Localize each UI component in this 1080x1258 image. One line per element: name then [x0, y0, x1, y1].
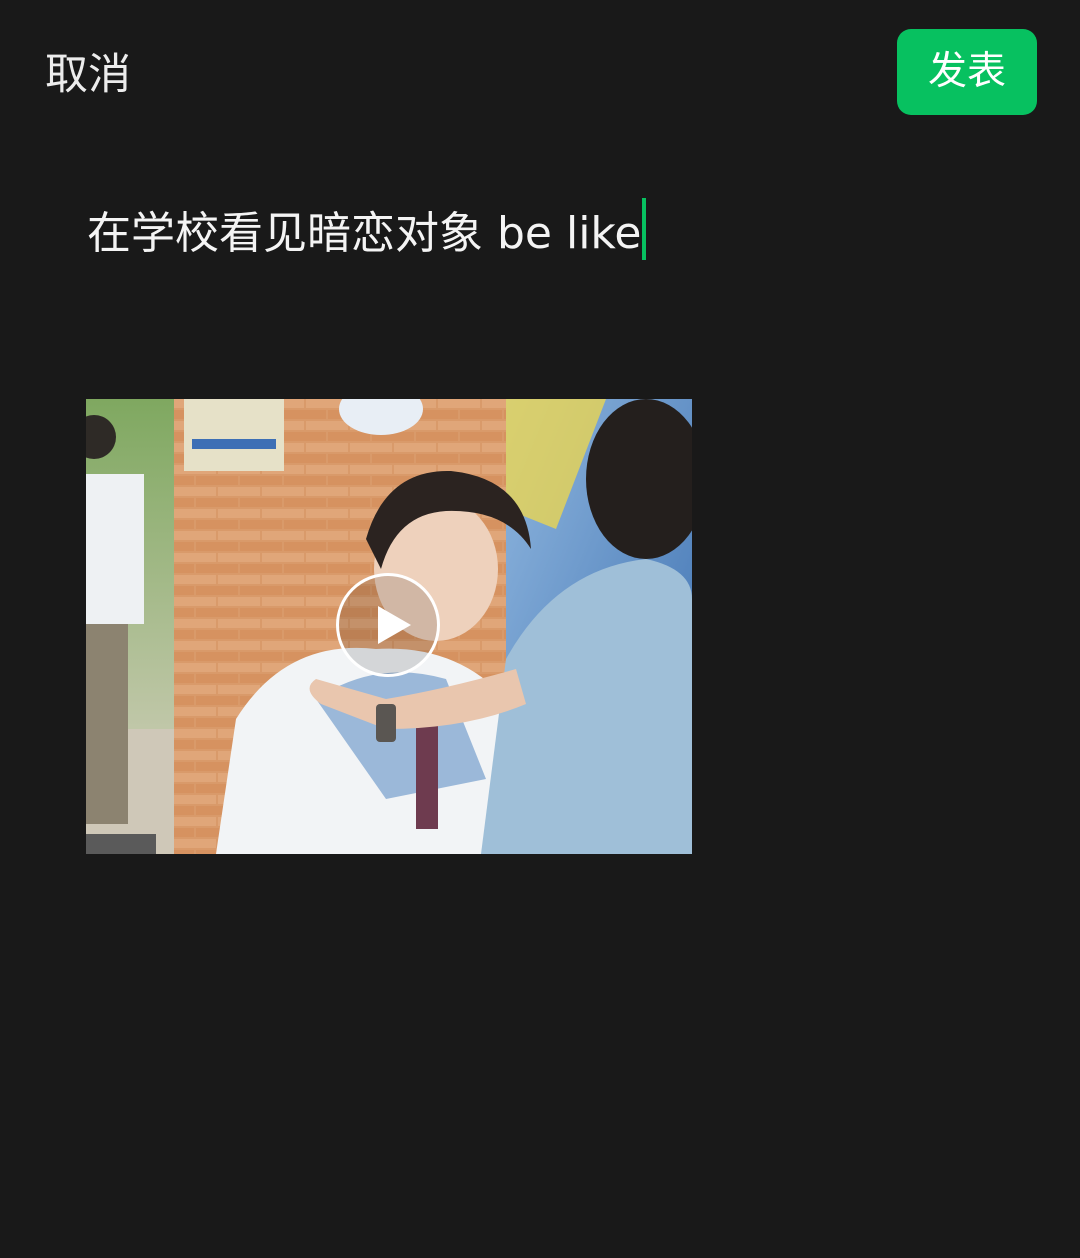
- play-icon: [378, 606, 411, 644]
- text-cursor: [642, 198, 647, 260]
- post-text-input[interactable]: 在学校看见暗恋对象 be like: [87, 196, 647, 262]
- cancel-button[interactable]: 取消: [45, 45, 131, 105]
- publish-button[interactable]: 发表: [897, 29, 1037, 115]
- video-thumbnail[interactable]: [86, 399, 692, 854]
- play-button[interactable]: [336, 573, 440, 677]
- post-text-content: 在学校看见暗恋对象 be like: [87, 208, 642, 259]
